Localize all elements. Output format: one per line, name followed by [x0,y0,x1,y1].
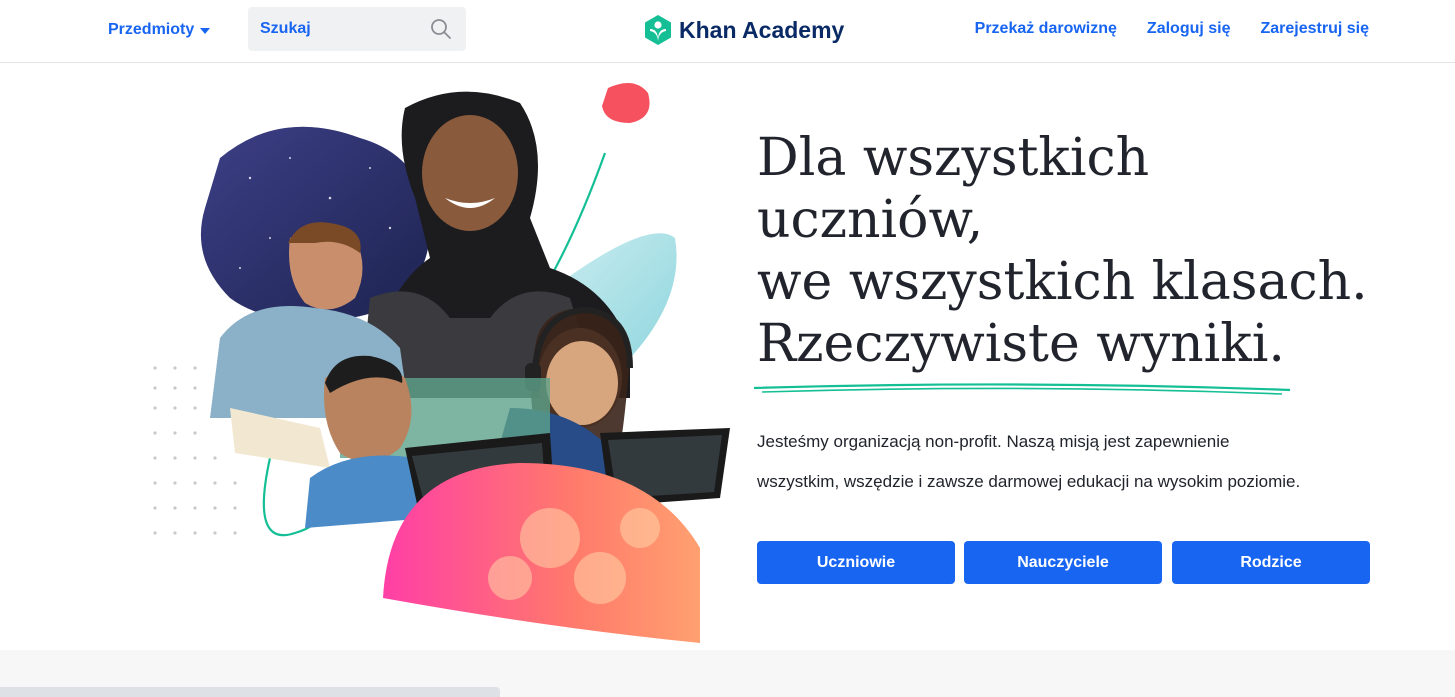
caret-down-icon [200,28,211,34]
headline-line: uczniów, [757,190,984,250]
top-navigation-bar: Przedmioty Khan Academy Przekaż darowizn… [0,0,1455,63]
headline-underline-decoration [753,383,1291,395]
browser-status-bar [0,687,500,697]
logo-text: Khan Academy [679,16,845,43]
hero-headline: Dla wszystkich uczniów, we wszystkich kl… [757,127,1437,375]
search-input[interactable] [248,6,432,52]
signup-link[interactable]: Zarejestruj się [1261,20,1370,38]
mission-statement: Jesteśmy organizacją non-profit. Naszą m… [757,422,1377,502]
mission-line: Jesteśmy organizacją non-profit. Naszą m… [757,432,1230,451]
donate-link[interactable]: Przekaż darowiznę [975,20,1117,38]
subjects-menu-label: Przedmioty [108,21,195,38]
hero-collage-illustration [153,83,730,643]
headline-line: we wszystkich klasach. [757,252,1368,312]
learners-button[interactable]: Uczniowie [757,541,955,584]
search-icon[interactable] [430,18,452,40]
parents-button[interactable]: Rodzice [1172,541,1370,584]
headline-line: Dla wszystkich [757,128,1150,188]
pink-blob-shape [602,83,650,123]
khan-academy-logo[interactable]: Khan Academy [643,14,844,46]
account-links: Przekaż darowiznę Zaloguj się Zarejestru… [975,20,1369,38]
login-link[interactable]: Zaloguj się [1147,20,1231,38]
subjects-menu-button[interactable]: Przedmioty [108,18,211,42]
teachers-button[interactable]: Nauczyciele [964,541,1162,584]
headline-line: Rzeczywiste wyniki. [757,314,1285,374]
search-box[interactable] [248,6,466,52]
khan-hexagon-icon [645,15,671,45]
mission-line: wszystkim, wszędzie i zawsze darmowej ed… [757,472,1301,491]
